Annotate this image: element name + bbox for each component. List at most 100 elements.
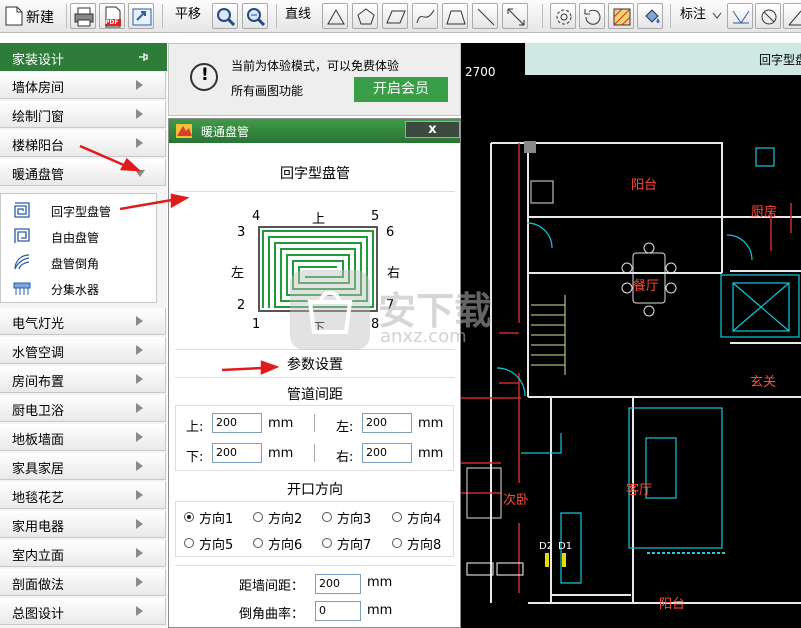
menu-item-floor-wall[interactable]: 地板墙面	[0, 424, 166, 451]
arrow-line-tool[interactable]	[502, 3, 528, 29]
menu-item-doors-windows[interactable]: 绘制门窗	[0, 101, 166, 128]
main-toolbar: 新建 PDF 平移 直线 标注	[0, 0, 801, 33]
chevron-right-icon	[136, 490, 143, 500]
chevron-right-icon	[136, 548, 143, 558]
gear-rotate-icon	[556, 9, 572, 25]
dimension-icon	[732, 10, 750, 24]
direction-6-radio[interactable]: 方向6	[253, 534, 321, 553]
menu-item-carpet-floral[interactable]: 地毯花艺	[0, 482, 166, 509]
dialog-titlebar: 暖通盘管 x	[169, 119, 460, 143]
chevron-right-icon	[136, 606, 143, 616]
direction-1-radio[interactable]: 方向1	[184, 508, 252, 527]
close-icon: x	[428, 122, 437, 137]
line-label: 直线	[285, 7, 312, 22]
new-file-icon	[5, 6, 23, 26]
chevron-right-icon	[136, 80, 143, 90]
chevron-right-icon	[136, 432, 143, 442]
upgrade-button[interactable]: 开启会员	[354, 77, 448, 102]
submenu-item-manifold[interactable]: 分集水器	[11, 278, 151, 300]
menu-item-kitchen-bath[interactable]: 厨电卫浴	[0, 395, 166, 422]
chevron-right-icon	[136, 577, 143, 587]
app-logo-icon	[176, 124, 192, 138]
circle-slash-icon	[761, 9, 777, 25]
zoom-extent-button[interactable]	[242, 3, 268, 29]
hatch-tool[interactable]	[608, 3, 634, 29]
menu-item-heating-coil[interactable]: 暖通盘管	[0, 159, 166, 186]
shopping-bag-icon	[307, 291, 353, 334]
room-label-balcony-top: 阳台	[631, 178, 658, 193]
angle-tool[interactable]	[783, 3, 801, 29]
dimension-tool[interactable]	[727, 3, 753, 29]
refresh-tool[interactable]	[579, 3, 605, 29]
menu-item-walls[interactable]: 墙体房间	[0, 72, 166, 99]
parallelogram-tool[interactable]	[382, 3, 408, 29]
submenu-item-free-coil[interactable]: 自由盘管	[11, 226, 151, 248]
wall-distance-input[interactable]: 200	[315, 574, 361, 594]
spacing-title: 管道间距	[287, 387, 343, 403]
chevron-down-icon[interactable]	[712, 12, 722, 20]
right-spacing-input[interactable]: 200	[362, 443, 412, 463]
left-spacing-input[interactable]: 200	[362, 413, 412, 433]
door-label-d1: D1	[558, 541, 573, 552]
export-image-button[interactable]	[128, 3, 154, 29]
menu-item-site-plan[interactable]: 总图设计	[0, 598, 166, 625]
heating-submenu: 回字型盘管 自由盘管 盘管倒角 分集水器	[0, 193, 157, 303]
chamfer-icon	[14, 254, 30, 270]
rotate-tool[interactable]	[550, 3, 576, 29]
pattern-title: 回字型盘管	[280, 166, 350, 182]
menu-item-stairs-balcony[interactable]: 楼梯阳台	[0, 130, 166, 157]
new-button[interactable]: 新建	[2, 3, 66, 29]
menu-item-plumbing[interactable]: 水管空调	[0, 337, 166, 364]
bottom-spacing-input[interactable]: 200	[212, 443, 262, 463]
direction-8-radio[interactable]: 方向8	[392, 534, 460, 553]
direction-group: 方向1 方向2 方向3 方向4 方向5 方向6 方向7 方向8	[175, 501, 454, 557]
print-button[interactable]	[70, 3, 96, 29]
chevron-right-icon	[136, 345, 143, 355]
opening-title: 开口方向	[287, 482, 343, 498]
pan-label: 平移	[175, 7, 202, 22]
chevron-right-icon	[136, 138, 143, 148]
chevron-right-icon	[136, 403, 143, 413]
cad-canvas[interactable]: 回字型盘 2700	[461, 43, 801, 628]
diagonal-line-icon	[477, 8, 495, 26]
submenu-item-coil-chamfer[interactable]: 盘管倒角	[11, 252, 151, 274]
watermark-subtext: anxz.com	[380, 326, 467, 347]
paint-bucket-icon	[645, 9, 660, 23]
room-label-balcony-bottom: 阳台	[659, 597, 686, 612]
direction-5-radio[interactable]: 方向5	[184, 534, 252, 553]
room-label-kitchen: 厨房	[751, 205, 778, 220]
direction-2-radio[interactable]: 方向2	[253, 508, 321, 527]
pin-icon[interactable]	[138, 52, 148, 62]
chevron-down-icon	[135, 170, 145, 177]
dialog-title: 暖通盘管	[201, 125, 250, 139]
trapezoid-tool[interactable]	[442, 3, 468, 29]
direction-4-radio[interactable]: 方向4	[392, 508, 460, 527]
direction-3-radio[interactable]: 方向3	[322, 508, 390, 527]
top-spacing-input[interactable]: 200	[212, 413, 262, 433]
notice-line2: 所有画图功能	[231, 84, 304, 98]
pentagon-tool[interactable]	[352, 3, 378, 29]
fill-tool[interactable]	[637, 3, 663, 29]
chevron-right-icon	[136, 374, 143, 384]
trapezoid-icon	[446, 10, 466, 25]
chamfer-input[interactable]: 0	[315, 601, 361, 621]
export-pdf-button[interactable]: PDF	[99, 3, 125, 29]
menu-item-room-layout[interactable]: 房间布置	[0, 366, 166, 393]
menu-item-appliances[interactable]: 家用电器	[0, 511, 166, 538]
double-arrow-icon	[507, 8, 525, 26]
circle-dim-tool[interactable]	[755, 3, 781, 29]
triangle-tool[interactable]	[322, 3, 348, 29]
submenu-item-square-coil[interactable]: 回字型盘管	[11, 200, 151, 222]
manifold-icon	[13, 282, 31, 295]
room-label-bedroom: 次卧	[503, 493, 530, 508]
zoom-button[interactable]	[212, 3, 238, 29]
menu-item-electrical[interactable]: 电气灯光	[0, 308, 166, 335]
menu-item-interior-elevation[interactable]: 室内立面	[0, 540, 166, 567]
curve-tool[interactable]	[412, 3, 438, 29]
door-label-d2: D2	[539, 541, 554, 552]
close-button[interactable]: x	[405, 121, 460, 138]
diagonal-line-tool[interactable]	[472, 3, 498, 29]
menu-item-furniture[interactable]: 家具家居	[0, 453, 166, 480]
direction-7-radio[interactable]: 方向7	[322, 534, 390, 553]
menu-item-section[interactable]: 剖面做法	[0, 569, 166, 596]
